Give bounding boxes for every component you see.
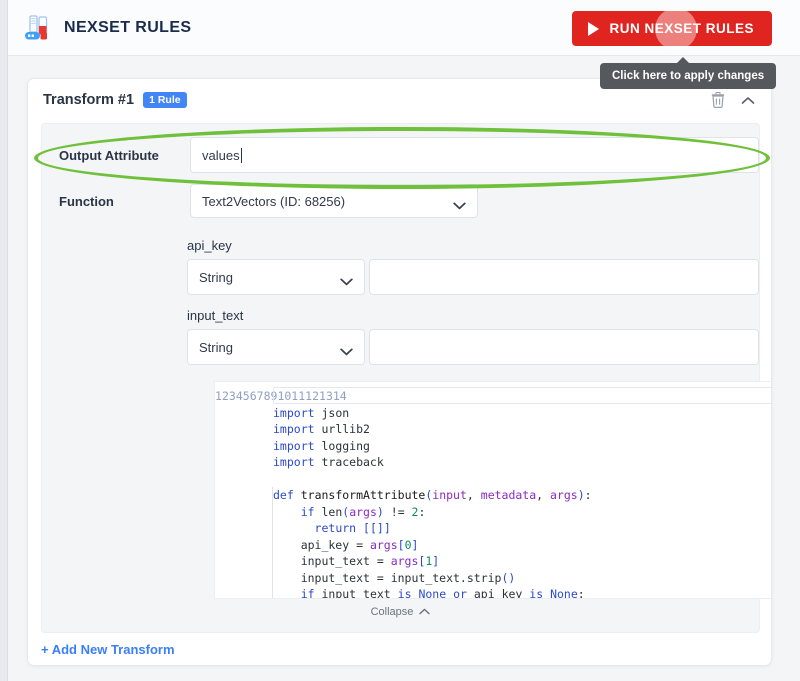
code-line: input_text = input_text.strip() [273,570,516,585]
output-attribute-row: Output Attribute values [42,137,759,173]
code-line: api_key = args[0] [273,537,419,552]
rule-count-badge: 1 Rule [143,91,187,109]
code-line-number: 4 [235,389,243,403]
function-label: Function [59,193,114,209]
code-editor[interactable]: 1234567891011121314 import json import ur… [214,381,771,599]
parameter-value-input[interactable] [369,329,759,365]
brand: NEXSET RULES [22,13,192,43]
add-new-transform-button[interactable]: + Add New Transform [41,642,175,657]
code-line: input_text = args[1] [273,554,440,568]
parameter-type-select[interactable]: String [187,329,365,365]
collapse-code-button[interactable]: Collapse [42,606,759,618]
code-line-number: 1 [215,389,222,403]
test-tubes-icon [22,13,52,43]
code-content[interactable]: import json import urllib2 import logging i… [261,382,771,599]
apply-changes-tooltip: Click here to apply changes [600,57,777,89]
code-line: if input_text is None or api_key is None… [300,587,585,599]
parameter-name: input_text [187,308,244,323]
transform-title: Transform #1 [43,92,135,108]
chevron-down-icon [340,344,353,359]
code-line: import json [273,405,350,420]
parameter-value-input[interactable] [369,259,759,295]
parameter-api-key: api_key String [187,238,759,295]
output-attribute-label: Output Attribute [59,147,159,163]
parameter-type-select[interactable]: String [187,259,365,295]
parameter-type-value: String [199,339,233,355]
code-line-number: 6 [249,389,257,403]
output-attribute-value: values [202,147,240,163]
code-line-number: 3 [228,389,236,403]
function-select[interactable]: Text2Vectors (ID: 68256) [190,184,478,218]
active-line-indicator [273,387,771,404]
code-editor-inner: 1234567891011121314 import json import ur… [215,382,771,599]
code-line: import urllib2 [273,422,370,436]
play-icon [588,21,600,36]
code-line: if len(args) != 2: [300,504,426,519]
indent-guide [272,487,273,598]
collapse-card-chevron-up-icon[interactable] [741,96,755,105]
chevron-down-icon [340,274,353,289]
parameter-input-text: input_text String [187,308,759,365]
code-line: import logging [273,438,370,453]
code-line: return [[]] [314,521,391,535]
text-caret [240,147,242,163]
collapse-label: Collapse [370,606,414,618]
trash-icon[interactable] [711,92,725,108]
transform-body-panel: Output Attribute values Function Text2Ve… [41,123,771,633]
parameters-list: api_key String input_text String [42,238,759,365]
parameter-name: api_key [187,238,232,253]
left-rail [0,0,8,681]
chevron-up-icon [419,606,431,618]
run-button-label: RUN NEXSET RULES [609,21,754,36]
parameter-type-value: String [199,269,233,285]
code-line: def transformAttribute(input, metadata, … [273,488,592,502]
code-line-numbers: 1234567891011121314 [215,382,347,598]
function-row: Function Text2Vectors (ID: 68256) [42,184,759,218]
top-bar: NEXSET RULES RUN NEXSET RULES [8,0,800,56]
function-selected-value: Text2Vectors (ID: 68256) [202,193,346,209]
chevron-down-icon [453,198,466,213]
code-line-number: 2 [221,389,229,403]
parameter-fields: String [187,259,759,295]
output-attribute-input[interactable]: values [190,137,759,173]
run-nexset-rules-button[interactable]: RUN NEXSET RULES [572,11,772,46]
parameter-fields: String [187,329,759,365]
transform-card: Transform #1 1 Rule Output Attribute val… [27,78,772,666]
transform-header-actions [711,92,755,108]
code-line-number: 5 [242,389,250,403]
app-title: NEXSET RULES [64,18,192,36]
code-line: import traceback [273,455,384,469]
